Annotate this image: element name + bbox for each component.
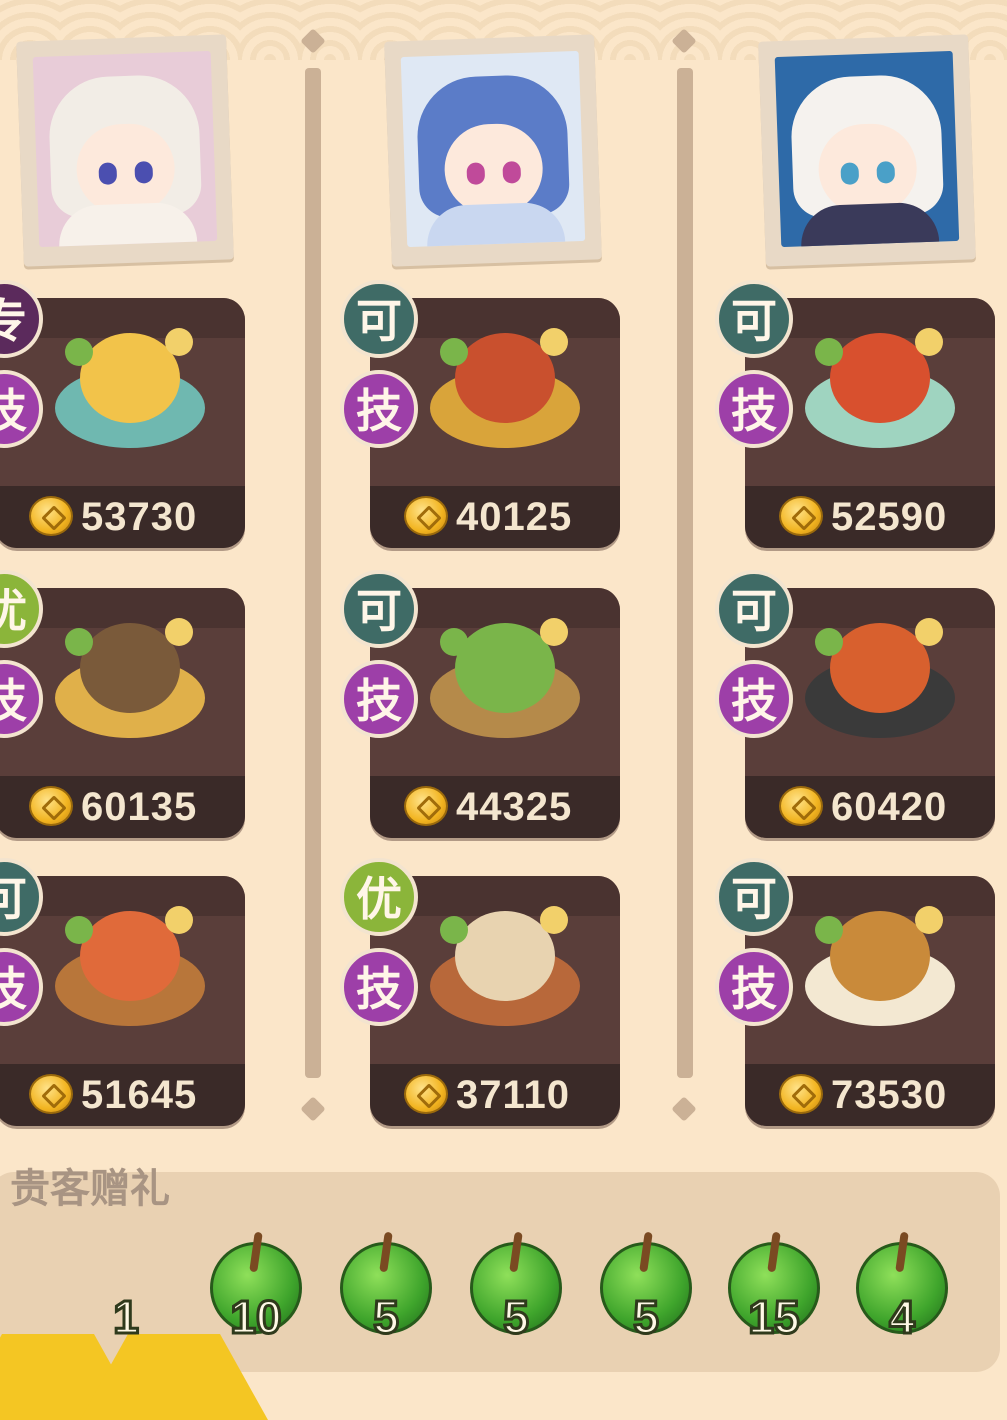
coin-icon	[779, 496, 823, 536]
gift-count: 1	[112, 1290, 141, 1345]
dish-image[interactable]	[420, 298, 590, 463]
dish-garnish	[815, 338, 843, 366]
dish-price: 53730	[81, 495, 198, 539]
dish-price: 44325	[456, 785, 573, 829]
dish-garnish	[165, 618, 193, 646]
gift-count: 5	[632, 1290, 661, 1345]
dish-image[interactable]	[45, 876, 215, 1041]
badge-rating: 可	[715, 858, 793, 936]
dish-garnish	[540, 906, 568, 934]
dish-garnish	[440, 338, 468, 366]
coin-icon	[29, 496, 73, 536]
dish-garnish	[165, 328, 193, 356]
dish-garnish	[65, 916, 93, 944]
portrait-eye	[502, 161, 522, 184]
dish-garnish	[440, 916, 468, 944]
dish-garnish	[165, 906, 193, 934]
price-bar: 44325	[370, 776, 620, 838]
coin-icon	[29, 786, 73, 826]
coin-icon	[779, 1074, 823, 1114]
dish-image[interactable]	[420, 876, 590, 1041]
dish-garnish	[65, 338, 93, 366]
guest-portrait-frame[interactable]	[384, 34, 602, 267]
gift-count: 5	[372, 1290, 401, 1345]
dish-garnish	[65, 628, 93, 656]
gift-triangle-token[interactable]: 1	[76, 1232, 268, 1420]
dish-price: 60420	[831, 785, 948, 829]
price-bar: 53730	[0, 486, 245, 548]
gift-count: 5	[502, 1290, 531, 1345]
dish-price: 60135	[81, 785, 198, 829]
badge-skill: 技	[715, 660, 793, 738]
badge-skill: 技	[340, 370, 418, 448]
gift-count: 10	[229, 1290, 283, 1345]
gift-green-apple[interactable]: 15	[724, 1231, 824, 1345]
dish-image[interactable]	[795, 588, 965, 753]
divider-gem-icon	[300, 1096, 326, 1122]
price-bar: 73530	[745, 1064, 995, 1126]
dish-garnish	[915, 618, 943, 646]
gift-green-apple[interactable]: 5	[596, 1231, 696, 1345]
price-bar: 37110	[370, 1064, 620, 1126]
portrait-eye	[876, 161, 896, 184]
price-bar: 60135	[0, 776, 245, 838]
guest-portrait-frame[interactable]	[16, 34, 234, 267]
dish-price: 73530	[831, 1073, 948, 1117]
coin-icon	[404, 496, 448, 536]
gift-green-apple[interactable]: 5	[466, 1231, 566, 1345]
guest-portrait-blue-hair[interactable]	[400, 50, 586, 248]
dish-image[interactable]	[795, 876, 965, 1041]
portrait-eye	[466, 162, 486, 185]
price-bar: 40125	[370, 486, 620, 548]
dish-garnish	[540, 328, 568, 356]
dish-image[interactable]	[795, 298, 965, 463]
portrait-eye	[134, 161, 154, 184]
dish-price: 51645	[81, 1073, 198, 1117]
dish-garnish	[440, 628, 468, 656]
gift-section-title: 贵客赠礼	[10, 1166, 170, 1212]
dish-price: 40125	[456, 495, 573, 539]
gift-green-apple[interactable]: 5	[336, 1231, 436, 1345]
column-divider-right	[677, 68, 693, 1078]
guest-portrait-white-hair[interactable]	[774, 50, 960, 248]
dish-price: 37110	[456, 1073, 571, 1117]
badge-rating: 可	[340, 570, 418, 648]
dish-garnish	[915, 328, 943, 356]
price-bar: 52590	[745, 486, 995, 548]
portrait-eye	[98, 162, 118, 185]
badge-rating: 可	[715, 570, 793, 648]
badge-skill: 技	[340, 948, 418, 1026]
gift-count: 15	[747, 1290, 801, 1345]
dish-price: 52590	[831, 495, 948, 539]
badge-skill: 技	[715, 948, 793, 1026]
coin-icon	[404, 786, 448, 826]
coin-icon	[404, 1074, 448, 1114]
dish-garnish	[540, 618, 568, 646]
dish-garnish	[815, 628, 843, 656]
gift-count: 4	[888, 1290, 917, 1345]
badge-rating: 可	[340, 280, 418, 358]
column-divider-left	[305, 68, 321, 1078]
divider-gem-icon	[671, 1096, 697, 1122]
badge-skill: 技	[715, 370, 793, 448]
dish-garnish	[915, 906, 943, 934]
badge-rating: 可	[715, 280, 793, 358]
guest-portrait-frame[interactable]	[758, 34, 976, 267]
price-bar: 51645	[0, 1064, 245, 1126]
badge-skill: 技	[340, 660, 418, 738]
gift-green-apple[interactable]: 10	[206, 1231, 306, 1345]
portrait-eye	[840, 162, 860, 185]
guest-portrait-hooded-girl[interactable]	[32, 50, 218, 248]
dish-image[interactable]	[45, 588, 215, 753]
gift-green-apple[interactable]: 4	[852, 1231, 952, 1345]
dish-garnish	[815, 916, 843, 944]
badge-rating: 优	[340, 858, 418, 936]
dish-image[interactable]	[420, 588, 590, 753]
dish-image[interactable]	[45, 298, 215, 463]
price-bar: 60420	[745, 776, 995, 838]
coin-icon	[29, 1074, 73, 1114]
coin-icon	[779, 786, 823, 826]
gift-triangle-token[interactable]	[0, 1232, 142, 1420]
